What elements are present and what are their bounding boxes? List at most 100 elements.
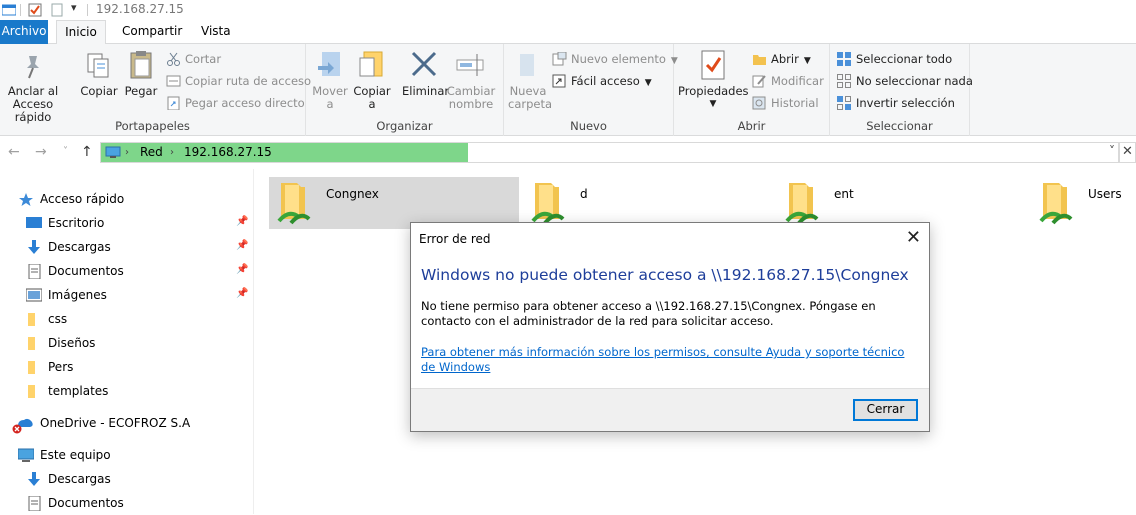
up-arrow-icon[interactable]: ↑ — [81, 144, 93, 160]
folder-name: ent — [834, 187, 854, 201]
sidebar-label: css — [48, 312, 68, 326]
properties-dropdown-icon[interactable]: ▼ — [678, 98, 748, 111]
copy-button[interactable]: Copiar — [78, 48, 120, 98]
sidebar-label: Descargas — [48, 240, 111, 254]
select-none-button[interactable]: No seleccionar nada — [837, 71, 973, 91]
move-to-label-2: a — [326, 97, 334, 111]
ribbon-tabs: Archivo Inicio Compartir Vista — [0, 20, 1136, 45]
cut-button[interactable]: Cortar — [166, 49, 221, 69]
properties-label: Propiedades — [678, 84, 749, 98]
pin-quick-access-button[interactable]: Anclar al Acceso rápido — [2, 48, 64, 124]
edit-button[interactable]: Modificar — [752, 71, 824, 91]
dialog-heading: Windows no puede obtener acceso a \\192.… — [421, 266, 909, 284]
open-folder-icon — [752, 52, 767, 66]
sidebar-label: Escritorio — [48, 216, 105, 230]
properties-button[interactable]: Propiedades ▼ — [678, 48, 749, 111]
open-button[interactable]: Abrir ▼ — [752, 49, 811, 69]
close-icon[interactable]: ✕ — [906, 227, 921, 248]
copy-path-icon — [166, 74, 181, 88]
title-bar: ▾ 192.168.27.15 — [0, 0, 1136, 20]
group-organizar: Mover a Copiar a Eliminar Cambiar nombre… — [306, 44, 504, 136]
properties-icon[interactable] — [28, 3, 42, 17]
tab-inicio[interactable]: Inicio — [56, 20, 106, 45]
group-label-portapapeles: Portapapeles — [115, 119, 190, 133]
breadcrumb-separator-icon: › — [170, 147, 174, 158]
back-arrow-icon[interactable]: ← — [8, 144, 20, 160]
folder-icon — [28, 361, 35, 374]
scissors-icon — [166, 52, 181, 66]
group-label-nuevo: Nuevo — [570, 119, 607, 133]
sidebar-label: Imágenes — [48, 288, 107, 302]
group-label-abrir: Abrir — [737, 119, 766, 133]
properties-check-icon — [697, 48, 729, 82]
rename-icon — [455, 48, 487, 82]
new-item-label: Nuevo elemento — [571, 52, 666, 66]
copy-to-label-2: a — [368, 97, 376, 111]
navigation-pane: Acceso rápido Escritorio 📌 Descargas 📌 D… — [0, 169, 254, 514]
select-all-icon — [837, 52, 852, 66]
network-icon — [105, 146, 121, 158]
paste-shortcut-button[interactable]: Pegar acceso directo — [166, 93, 305, 113]
shared-folder-item[interactable]: Users — [1031, 177, 1136, 229]
paste-shortcut-label: Pegar acceso directo — [185, 96, 305, 110]
clear-address-close-icon[interactable]: ✕ — [1119, 142, 1136, 163]
copy-path-button[interactable]: Copiar ruta de acceso — [166, 71, 311, 91]
paste-label: Pegar — [124, 84, 158, 98]
new-item-button[interactable]: Nuevo elemento ▼ — [552, 49, 678, 69]
download-arrow-icon — [28, 472, 40, 486]
download-arrow-icon — [28, 240, 40, 254]
close-button[interactable]: Cerrar — [853, 399, 918, 421]
new-folder-big-icon — [512, 48, 544, 82]
invert-selection-label: Invertir selección — [856, 96, 955, 110]
folder-name: Users — [1088, 187, 1122, 201]
easy-access-label: Fácil acceso — [571, 74, 640, 88]
group-abrir: Propiedades ▼ Abrir ▼ Modificar Historial… — [674, 44, 830, 136]
navigation-bar: ← → ˅ ↑ › Red › 192.168.27.15 ˅ ✕ — [0, 137, 1136, 169]
forward-arrow-icon[interactable]: → — [35, 144, 47, 160]
paste-shortcut-icon — [166, 96, 181, 111]
group-label-seleccionar: Seleccionar — [866, 119, 933, 133]
pin-icon — [17, 48, 49, 82]
invert-selection-button[interactable]: Invertir selección — [837, 93, 955, 113]
recent-locations-chevron-icon[interactable]: ˅ — [63, 146, 68, 157]
pin-icon: 📌 — [236, 216, 249, 227]
easy-access-button[interactable]: Fácil acceso ▼ — [552, 71, 652, 91]
tab-archivo[interactable]: Archivo — [0, 20, 48, 44]
tab-compartir[interactable]: Compartir — [114, 20, 190, 44]
open-label: Abrir — [771, 52, 799, 66]
copy-to-button[interactable]: Copiar a — [352, 48, 392, 111]
copy-path-label: Copiar ruta de acceso — [185, 74, 312, 88]
group-seleccionar: Seleccionar todo No seleccionar nada Inv… — [830, 44, 973, 136]
history-button[interactable]: Historial — [752, 93, 819, 113]
easy-access-icon — [552, 74, 567, 88]
address-dropdown-chevron-icon[interactable]: ˅ — [1109, 144, 1115, 158]
paste-button[interactable]: Pegar — [120, 48, 162, 98]
new-folder-button[interactable]: Nueva carpeta — [508, 48, 552, 111]
divider — [87, 4, 88, 16]
tab-vista[interactable]: Vista — [193, 20, 239, 44]
breadcrumb-red[interactable]: Red — [140, 144, 163, 161]
new-folder-icon[interactable] — [50, 3, 64, 17]
rename-button[interactable]: Cambiar nombre — [446, 48, 496, 111]
edit-icon — [752, 74, 767, 88]
new-item-icon — [552, 51, 567, 66]
star-icon — [19, 193, 33, 206]
sidebar-label: Descargas — [48, 472, 111, 486]
help-link[interactable]: Para obtener más información sobre los p… — [421, 345, 921, 375]
edit-label: Modificar — [771, 74, 824, 88]
ribbon: Anclar al Acceso rápido Copiar Pegar Cor… — [0, 44, 1136, 136]
customize-toolbar-chevron-icon[interactable]: ▾ — [71, 1, 77, 14]
cut-label: Cortar — [185, 52, 222, 66]
shared-folder-icon — [277, 183, 311, 225]
sidebar-label: Documentos — [48, 496, 124, 510]
pictures-icon — [26, 288, 42, 302]
invert-selection-icon — [837, 96, 852, 110]
select-all-button[interactable]: Seleccionar todo — [837, 49, 952, 69]
address-bar[interactable]: › Red › 192.168.27.15 ˅ — [100, 142, 1119, 163]
folder-icon — [28, 337, 35, 350]
copy-label: Copiar — [80, 84, 118, 98]
delete-button[interactable]: Eliminar — [402, 48, 449, 98]
move-to-button[interactable]: Mover a — [310, 48, 350, 111]
breadcrumb-ip[interactable]: 192.168.27.15 — [184, 144, 272, 161]
shared-folder-icon — [531, 183, 565, 225]
